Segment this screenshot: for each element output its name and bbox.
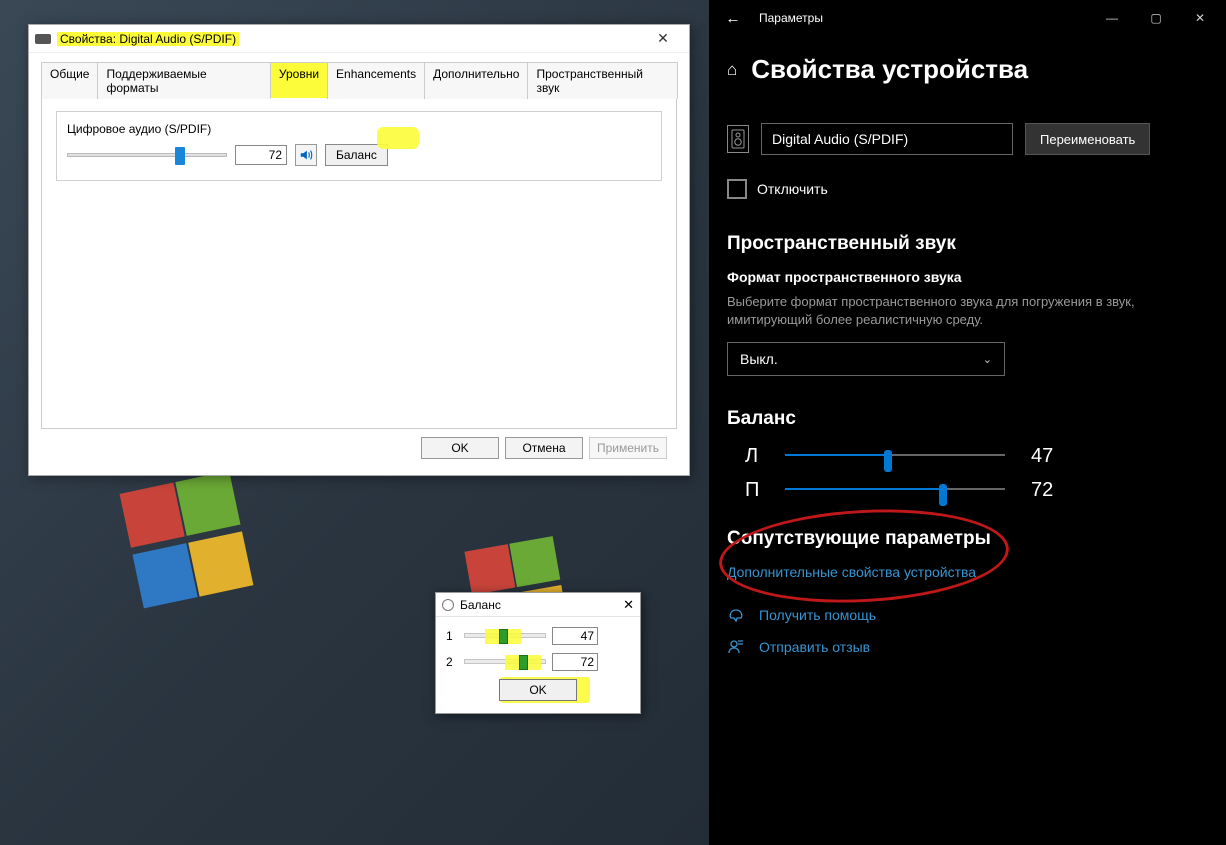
tab-общие[interactable]: Общие [41, 62, 98, 99]
channel-value[interactable] [552, 627, 598, 645]
channel-label: 1 [446, 629, 458, 643]
spatial-heading: Пространственный звук [727, 233, 1208, 255]
spatial-description: Выберите формат пространственного звука … [727, 293, 1208, 328]
page-title: Свойства устройства [751, 54, 1028, 85]
balance-dialog: Баланс ✕ 1 2 OK [435, 592, 641, 714]
speaker-icon[interactable] [295, 144, 317, 166]
tab-пространственный-звук[interactable]: Пространственный звук [527, 62, 678, 99]
channel-slider[interactable] [464, 627, 546, 645]
spatial-subheading: Формат пространственного звука [727, 269, 1208, 285]
balance-right-slider[interactable] [785, 478, 1005, 502]
balance-left-value: 47 [1031, 445, 1053, 468]
group-title: Цифровое аудио (S/PDIF) [67, 122, 651, 136]
dropdown-value: Выкл. [740, 351, 778, 367]
audio-properties-dialog: Свойства: Digital Audio (S/PDIF) ✕ Общие… [28, 24, 690, 476]
channel-label: 2 [446, 655, 458, 669]
channel-slider[interactable] [464, 653, 546, 671]
dialog-titlebar[interactable]: Свойства: Digital Audio (S/PDIF) ✕ [29, 25, 689, 53]
device-icon [727, 125, 749, 153]
ok-button[interactable]: OK [421, 437, 499, 459]
balance-channel-row: 1 [446, 627, 630, 645]
device-icon [35, 34, 51, 44]
close-icon[interactable]: ✕ [1178, 11, 1222, 25]
volume-slider[interactable] [67, 146, 227, 164]
balance-left-slider[interactable] [785, 444, 1005, 468]
disable-checkbox[interactable] [727, 179, 747, 199]
dialog-title: Баланс [460, 598, 501, 612]
highlight-annotation [377, 127, 419, 149]
home-icon[interactable]: ⌂ [727, 60, 737, 80]
wallpaper-logo [118, 470, 255, 615]
send-feedback-link[interactable]: Отправить отзыв [759, 639, 870, 655]
settings-window: ← Параметры — ▢ ✕ ⌂ Свойства устройства … [709, 0, 1226, 845]
balance-right-value: 72 [1031, 479, 1053, 502]
chevron-down-icon: ⌄ [983, 353, 992, 366]
speaker-icon [442, 599, 454, 611]
cancel-button[interactable]: Отмена [505, 437, 583, 459]
dialog-titlebar[interactable]: Баланс ✕ [436, 593, 640, 617]
feedback-icon [727, 638, 745, 656]
volume-value[interactable] [235, 145, 287, 165]
level-group: Цифровое аудио (S/PDIF) Баланс [56, 111, 662, 181]
rename-button[interactable]: Переименовать [1025, 123, 1150, 155]
help-icon [727, 606, 745, 624]
close-icon[interactable]: ✕ [643, 30, 683, 47]
tab-поддерживаемые-форматы[interactable]: Поддерживаемые форматы [97, 62, 270, 99]
minimize-icon[interactable]: — [1090, 11, 1134, 25]
balance-right-label: П [745, 479, 767, 502]
tab-enhancements[interactable]: Enhancements [327, 62, 425, 99]
dialog-title: Свойства: Digital Audio (S/PDIF) [57, 32, 239, 46]
channel-value[interactable] [552, 653, 598, 671]
apply-button[interactable]: Применить [589, 437, 667, 459]
ok-button[interactable]: OK [499, 679, 577, 701]
settings-titlebar: ← Параметры — ▢ ✕ [709, 0, 1226, 36]
balance-heading: Баланс [727, 408, 1208, 430]
red-circle-annotation [717, 503, 1011, 610]
close-icon[interactable]: ✕ [623, 597, 634, 613]
related-heading: Сопутствующие параметры [727, 528, 1208, 550]
back-icon[interactable]: ← [721, 10, 745, 27]
tab-content: Цифровое аудио (S/PDIF) Баланс [41, 99, 677, 429]
app-title: Параметры [759, 11, 823, 25]
disable-label: Отключить [757, 181, 828, 197]
get-help-link[interactable]: Получить помощь [759, 607, 876, 623]
additional-properties-link[interactable]: Дополнительные свойства устройства [727, 564, 1208, 580]
balance-channel-row: 2 [446, 653, 630, 671]
device-name-field[interactable] [761, 123, 1013, 155]
tab-уровни[interactable]: Уровни [270, 62, 328, 99]
tab-дополнительно[interactable]: Дополнительно [424, 62, 528, 99]
spatial-format-dropdown[interactable]: Выкл. ⌄ [727, 342, 1005, 376]
maximize-icon[interactable]: ▢ [1134, 11, 1178, 25]
balance-left-label: Л [745, 445, 767, 468]
